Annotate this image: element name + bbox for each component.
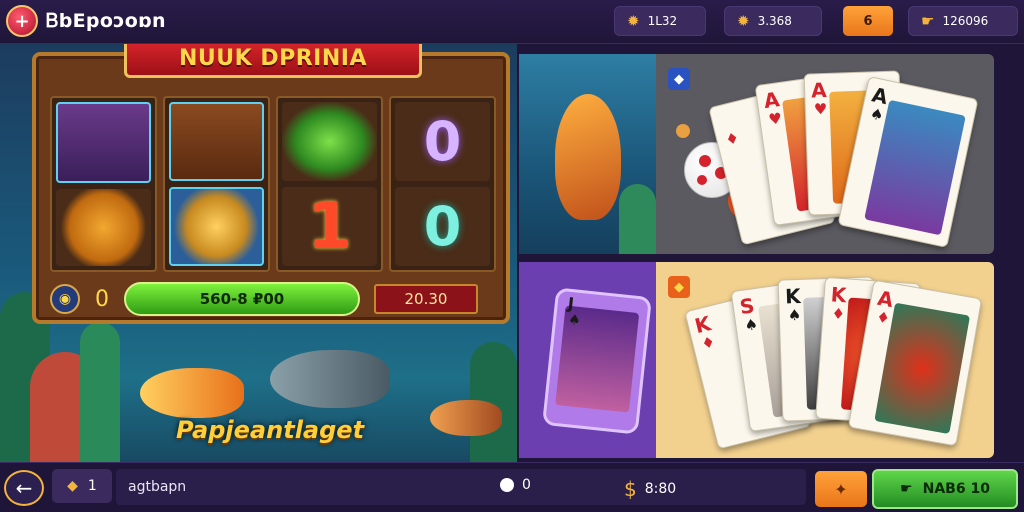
slot-game-tile[interactable]: 1 0 0 ◉ 0 560-8 ₽00 20.30 NUUK DPRINIA P… (0, 44, 517, 462)
card-rank: A (810, 77, 828, 103)
purple-zero-symbol: 0 (395, 102, 490, 181)
ticket-count: 1 (87, 478, 97, 494)
bear-symbol-icon (169, 102, 264, 181)
back-arrow-icon[interactable]: ← (4, 470, 44, 506)
goldfish-symbol-icon (56, 189, 151, 266)
number-symbol: 1 (282, 187, 377, 266)
dot-icon (500, 478, 514, 492)
search-input[interactable]: agtbapn (116, 469, 806, 505)
boar-symbol-icon (56, 102, 151, 183)
level-badge[interactable]: 6 (843, 6, 893, 36)
phone-card-suit: ♠ (567, 311, 582, 330)
goldfish-icon (140, 368, 244, 418)
card-suit: ♥ (767, 108, 784, 129)
brand[interactable]: + ᏴbEpoɔoɒn (6, 5, 166, 37)
card-suit: ♦ (699, 332, 717, 354)
reel-2 (163, 96, 270, 272)
slot-reels: 1 0 0 (50, 96, 496, 272)
goldfish-symbol-icon (169, 187, 264, 266)
coin-counter: $ 8:80 (624, 477, 676, 501)
fishing-game-tile[interactable] (519, 54, 656, 254)
play-button[interactable]: ☛ NAB6 10 (872, 469, 1018, 509)
card-rank: K (784, 283, 802, 309)
gear-coin-icon: ✹ (737, 12, 750, 30)
hand-coins-icon: ☛ (921, 12, 935, 30)
diamond-tag-icon: ◆ (668, 276, 690, 298)
card-suit: ♥ (813, 99, 828, 119)
ticket-icon: ◆ (67, 478, 78, 494)
gear-coin-icon: ✹ (627, 12, 640, 30)
card-game-tile-bottom[interactable]: ◆ K ♦ S ♠ K ♠ K ♦ A ♦ (656, 262, 994, 458)
catfish-icon (270, 350, 390, 408)
boost-button[interactable]: ✦ (815, 471, 867, 507)
gem-balance[interactable]: ✹ 3.368 (724, 6, 822, 36)
hand-icon: ☛ (900, 481, 913, 497)
coin-stack-icon: $ (624, 477, 637, 501)
reward-balance-value: 126096 (942, 14, 989, 28)
chip-small-icon (676, 124, 690, 138)
diamond-tag-icon: ◆ (668, 68, 690, 90)
top-bar: + ᏴbEpoɔoɒn ✹ 1L32 ✹ 3.368 6 ☛ 126096 (0, 0, 1024, 44)
win-amount: 20.30 (374, 284, 478, 314)
coin-count: 0 (95, 286, 109, 312)
coin-icon[interactable]: ◉ (50, 284, 80, 314)
phone-icon: J ♠ (542, 287, 652, 435)
mobile-game-tile[interactable]: J ♠ (519, 262, 656, 458)
scene-caption: Papjeantlaget (176, 416, 365, 444)
brand-name: ᏴbEpoɔoɒn (46, 10, 166, 32)
ticket-chip[interactable]: ◆ 1 (52, 469, 112, 503)
search-input-text: agtbapn (128, 479, 187, 495)
card-suit: ♠ (787, 305, 802, 325)
dot-counter: 0 (500, 477, 531, 493)
card-suit: ♦ (874, 307, 892, 328)
coin-value: 8:80 (644, 481, 677, 497)
jumping-fish-icon (555, 94, 621, 220)
spin-bar[interactable]: 560-8 ₽00 (124, 282, 360, 316)
spark-icon: ✦ (834, 479, 848, 499)
reward-balance[interactable]: ☛ 126096 (908, 6, 1018, 36)
coin-balance-value: 1L32 (647, 14, 678, 28)
bottom-bar: ← ◆ 1 agtbapn 0 $ 8:80 ✦ ☛ NAB6 10 (0, 462, 1024, 512)
reel-3: 1 (276, 96, 383, 272)
dot-value: 0 (522, 477, 531, 493)
coin-balance[interactable]: ✹ 1L32 (614, 6, 706, 36)
card-suit: ♦ (723, 128, 741, 150)
brand-logo-icon: + (6, 5, 38, 37)
teal-zero-symbol: 0 (395, 187, 490, 266)
seaweed-mid (80, 322, 120, 462)
gem-balance-value: 3.368 (757, 14, 792, 28)
slot-controls: ◉ 0 560-8 ₽00 20.30 (50, 282, 496, 316)
slot-machine-frame: 1 0 0 ◉ 0 560-8 ₽00 20.30 (32, 52, 510, 324)
card-suit: ♦ (830, 304, 846, 324)
card-suit: ♠ (868, 104, 886, 125)
card-game-tile-top[interactable]: ◆ ♦ A ♥ A ♥ A ♠ (656, 54, 994, 254)
small-fish-icon (430, 400, 502, 436)
reel-4: 0 0 (389, 96, 496, 272)
seaweed-icon (619, 184, 656, 254)
play-button-label: NAB6 10 (922, 481, 990, 497)
greenfish-symbol-icon (282, 102, 377, 181)
reel-1 (50, 96, 157, 272)
slot-title: NUUK DPRINIA (124, 44, 422, 78)
card-suit: ♠ (743, 314, 760, 335)
